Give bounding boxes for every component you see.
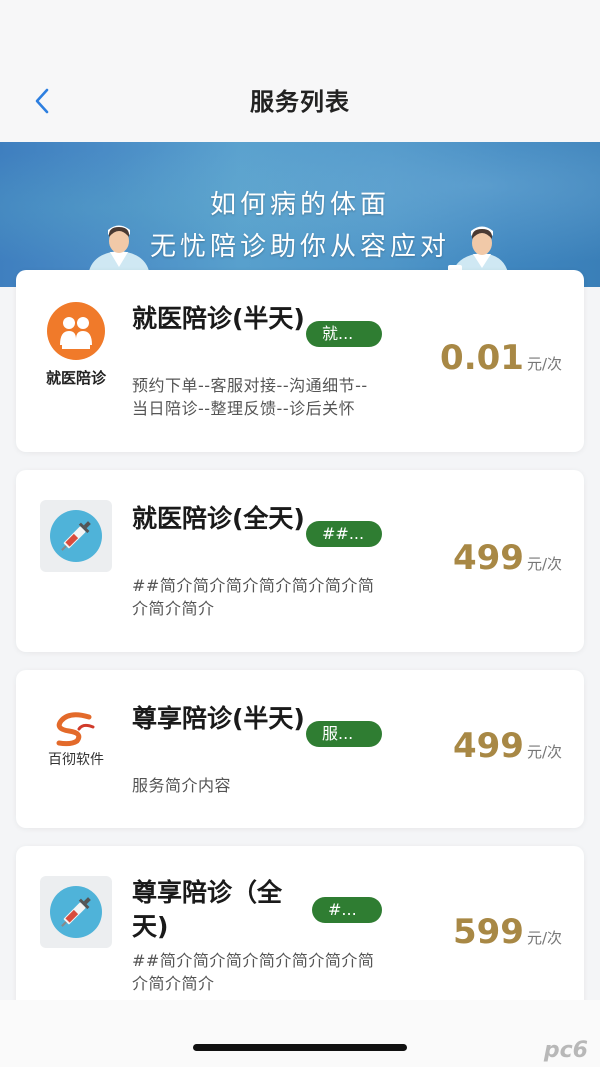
service-tag: 服... xyxy=(306,721,382,747)
logo-text: 就医陪诊 xyxy=(45,368,106,387)
home-indicator[interactable] xyxy=(193,1044,407,1051)
promo-banner: 如何病的体面 无忧陪诊助你从容应对 xyxy=(0,142,600,287)
service-card[interactable]: 百彻软件 尊享陪诊(半天) 服... 服务简介内容 499 元/次 xyxy=(16,670,584,828)
service-card[interactable]: 就医陪诊(全天) ##... ##简介简介简介简介简介简介简介简介简介 499 … xyxy=(16,470,584,652)
service-description: 预约下单--客服对接--沟通细节--当日陪诊--整理反馈--诊后关怀 xyxy=(132,376,368,418)
service-tag: ##... xyxy=(306,521,382,547)
orange-people-logo-icon: 就医陪诊 xyxy=(40,296,112,392)
service-description: ##简介简介简介简介简介简介简介简介简介 xyxy=(132,951,375,993)
service-price: 0.01 元/次 xyxy=(440,338,562,378)
logo-text: 百彻软件 xyxy=(48,752,104,768)
service-tag: 就... xyxy=(306,321,382,347)
service-card[interactable]: 尊享陪诊（全天) #... ##简介简介简介简介简介简介简介简介简介 599 元… xyxy=(16,846,584,1016)
price-unit: 元/次 xyxy=(526,555,562,573)
service-price: 499 元/次 xyxy=(453,538,562,578)
service-price: 599 元/次 xyxy=(453,912,562,952)
price-value: 499 xyxy=(452,538,524,578)
service-description: ##简介简介简介简介简介简介简介简介简介 xyxy=(132,576,375,618)
service-name: 就医陪诊(全天) xyxy=(132,504,305,533)
service-name: 就医陪诊(半天) xyxy=(132,304,305,333)
syringe-icon xyxy=(40,500,112,572)
baiche-software-logo-icon: 百彻软件 xyxy=(40,700,112,780)
banner-headline: 如何病的体面 xyxy=(209,190,390,220)
price-value: 499 xyxy=(452,726,524,766)
service-card[interactable]: 就医陪诊 就医陪诊(半天) 就... 预约下单--客服对接--沟通细节--当日陪… xyxy=(16,270,584,452)
nav-bar: 服务列表 xyxy=(0,60,600,142)
service-price: 499 元/次 xyxy=(453,726,562,766)
service-tag: #... xyxy=(312,897,382,923)
price-unit: 元/次 xyxy=(526,743,562,761)
status-bar xyxy=(0,0,600,60)
price-unit: 元/次 xyxy=(526,355,562,373)
service-description: 服务简介内容 xyxy=(132,776,232,795)
page-title: 服务列表 xyxy=(250,88,350,116)
price-value: 599 xyxy=(452,912,524,952)
price-value: 0.01 xyxy=(440,338,524,378)
bottom-safe-area xyxy=(0,1000,600,1067)
watermark: pc6 xyxy=(543,1038,588,1063)
service-name: 尊享陪诊(半天) xyxy=(132,704,305,733)
service-name: 尊享陪诊（全天) xyxy=(132,878,283,941)
syringe-icon xyxy=(40,876,112,948)
price-unit: 元/次 xyxy=(526,929,562,947)
banner-subheadline: 无忧陪诊助你从容应对 xyxy=(149,232,450,262)
